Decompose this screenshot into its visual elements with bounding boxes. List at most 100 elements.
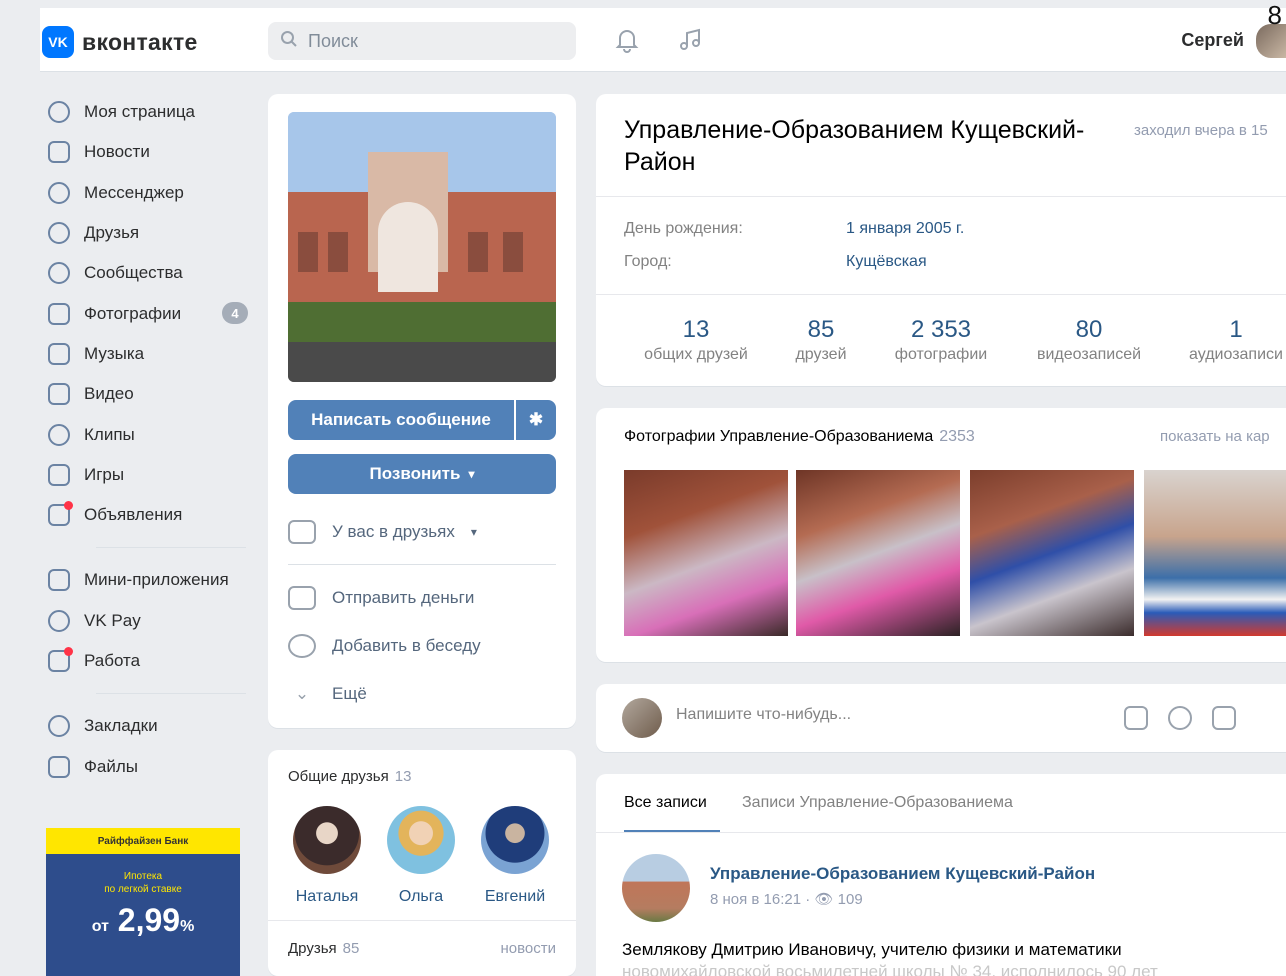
music-icon[interactable] <box>676 26 706 56</box>
friends-icon <box>48 222 70 245</box>
user-icon <box>48 101 70 124</box>
sidebar-item-games[interactable]: Игры <box>44 455 250 495</box>
sidebar-item-label: Файлы <box>84 756 139 776</box>
post-compose-card: Напишите что-нибудь... <box>596 684 1286 752</box>
counter-audio[interactable]: 1 аудиозаписи <box>1186 316 1286 364</box>
birthday-label: День рождения: <box>624 220 743 237</box>
games-icon <box>48 463 70 486</box>
show-on-map-link[interactable]: показать на кар <box>1160 428 1270 445</box>
avatar[interactable] <box>622 854 690 922</box>
gift-icon: ✱ <box>528 410 544 429</box>
clips-icon <box>48 423 70 446</box>
sidebar-item-label: Работа <box>84 651 141 670</box>
photo-thumbnail[interactable] <box>624 470 788 636</box>
sidebar-item-work[interactable]: Работа <box>44 641 250 681</box>
ad-rate: от 2,99% <box>46 902 240 939</box>
ad-subtitle: Ипотека по легкой ставке <box>46 870 240 896</box>
photo-thumbnail[interactable] <box>970 470 1134 636</box>
music-icon[interactable] <box>1212 706 1236 730</box>
search-input[interactable]: Поиск <box>268 22 576 60</box>
gift-button[interactable]: ✱ <box>516 400 556 440</box>
sidebar-item-label: Музыка <box>84 343 145 363</box>
post-date[interactable]: 8 ноя в 16:21 <box>710 891 801 908</box>
sidebar-item-video[interactable]: Видео <box>44 374 250 414</box>
sidebar-item-label: Мини-приложения <box>84 570 229 590</box>
corner-number: 8 <box>1267 0 1282 30</box>
friends-title[interactable]: Друзья 85 <box>288 940 359 957</box>
send-money-label: Отправить деньги <box>332 588 475 607</box>
write-message-button[interactable]: Написать сообщение <box>288 400 514 440</box>
tab-own-posts[interactable]: Записи Управление-Образованиема <box>742 794 1013 812</box>
sidebar-item-label: Клипы <box>84 424 135 444</box>
call-button[interactable]: Позвонить ▾ <box>288 454 556 494</box>
friend-name: Наталья <box>295 888 359 905</box>
sidebar-item-friends[interactable]: Друзья <box>44 213 250 253</box>
sidebar-item-messenger[interactable]: Мессенджер <box>44 173 250 213</box>
news-link[interactable]: новости <box>500 940 556 957</box>
post-views: 109 <box>837 891 863 908</box>
call-button-label: Позвонить <box>369 464 461 483</box>
chevron-down-icon: ▾ <box>468 467 475 481</box>
city-label: Город: <box>624 253 672 270</box>
photos-title-label: Фотографии Управление-Образованиема <box>624 428 934 445</box>
divider <box>596 196 1286 197</box>
eye-icon: 👁 <box>814 891 834 908</box>
photos-title[interactable]: Фотографии Управление-Образованиема 2353 <box>624 428 975 446</box>
profile-photo[interactable] <box>288 112 556 382</box>
video-icon[interactable] <box>1168 706 1192 730</box>
tab-all-posts[interactable]: Все записи <box>624 794 707 812</box>
more-label: Ещё <box>332 684 367 703</box>
post-text-continued: новомихайловской восьмилетней школы № 34… <box>622 962 1158 976</box>
sidebar-item-photos[interactable]: Фотографии 4 <box>44 293 250 333</box>
post-input[interactable]: Напишите что-нибудь... <box>676 706 851 724</box>
sidebar-item-news[interactable]: Новости <box>44 132 250 172</box>
sidebar-item-music[interactable]: Музыка <box>44 334 250 374</box>
sidebar-item-files[interactable]: Файлы <box>44 746 250 786</box>
common-friends-title[interactable]: Общие друзья 13 <box>288 768 411 785</box>
counter-common-friends[interactable]: 13 общих друзей <box>636 316 756 364</box>
ad-bank-logo: Райффайзен Банк <box>46 828 240 854</box>
bell-icon[interactable] <box>612 26 642 56</box>
chat-add-icon <box>288 634 316 658</box>
photos-count: 2353 <box>939 428 975 445</box>
birthday-value[interactable]: 1 января 2005 г. <box>846 220 964 237</box>
sidebar-item-mini-apps[interactable]: Мини-приложения <box>44 560 250 600</box>
page-title: Управление-Образованием Кущевский-Район <box>624 116 1085 176</box>
sidebar-item-clips[interactable]: Клипы <box>44 414 250 454</box>
friend-card[interactable]: Ольга <box>378 806 464 906</box>
counter-label: видеозаписей <box>1036 346 1142 363</box>
counter-friends[interactable]: 85 друзей <box>782 316 860 364</box>
sidebar-item-my-page[interactable]: Моя страница <box>44 92 250 132</box>
friend-name: Ольга <box>398 888 444 905</box>
camera-icon[interactable] <box>1124 706 1148 730</box>
common-friends-label: Общие друзья <box>288 768 389 785</box>
sidebar-item-ads[interactable]: Объявления <box>44 495 250 535</box>
user-name[interactable]: Сергей <box>1181 30 1244 51</box>
sidebar-item-communities[interactable]: Сообщества <box>44 253 250 293</box>
ad-line1: Ипотека <box>123 871 163 882</box>
sidebar-item-bookmarks[interactable]: Закладки <box>44 706 250 746</box>
friends-count: 85 <box>342 940 360 957</box>
counter-photos[interactable]: 2 353 фотографии <box>886 316 996 364</box>
more-button[interactable]: ⌄ Ещё <box>288 684 367 704</box>
send-money-button[interactable]: Отправить деньги <box>288 586 474 610</box>
sidebar-item-label: Объявления <box>84 505 183 525</box>
logo-text: вконтакте <box>82 28 198 55</box>
friend-card[interactable]: Наталья <box>284 806 370 906</box>
vk-logo[interactable]: VK вконтакте <box>42 26 198 58</box>
photo-thumbnail[interactable] <box>796 470 960 636</box>
chevron-down-icon: ▾ <box>470 525 477 539</box>
ad-banner[interactable]: Райффайзен Банк Ипотека по легкой ставке… <box>46 828 240 976</box>
friend-card[interactable]: Евгений <box>472 806 558 906</box>
city-value[interactable]: Кущёвская <box>846 253 927 270</box>
vkpay-icon <box>48 609 70 632</box>
add-to-chat-button[interactable]: Добавить в беседу <box>288 634 481 658</box>
sidebar-item-vk-pay[interactable]: VK Pay <box>44 601 250 641</box>
counter-value: 80 <box>1075 316 1103 343</box>
post-author[interactable]: Управление-Образованием Кущевский-Район <box>710 864 1095 884</box>
post-meta: 8 ноя в 16:21 · 👁 109 <box>710 891 863 908</box>
photo-thumbnail[interactable] <box>1144 470 1286 636</box>
in-friends-dropdown[interactable]: У вас в друзьях ▾ <box>288 520 477 544</box>
counter-videos[interactable]: 80 видеозаписей <box>1026 316 1152 364</box>
post-text: Землякову Дмитрию Ивановичу, учителю физ… <box>622 940 1122 959</box>
